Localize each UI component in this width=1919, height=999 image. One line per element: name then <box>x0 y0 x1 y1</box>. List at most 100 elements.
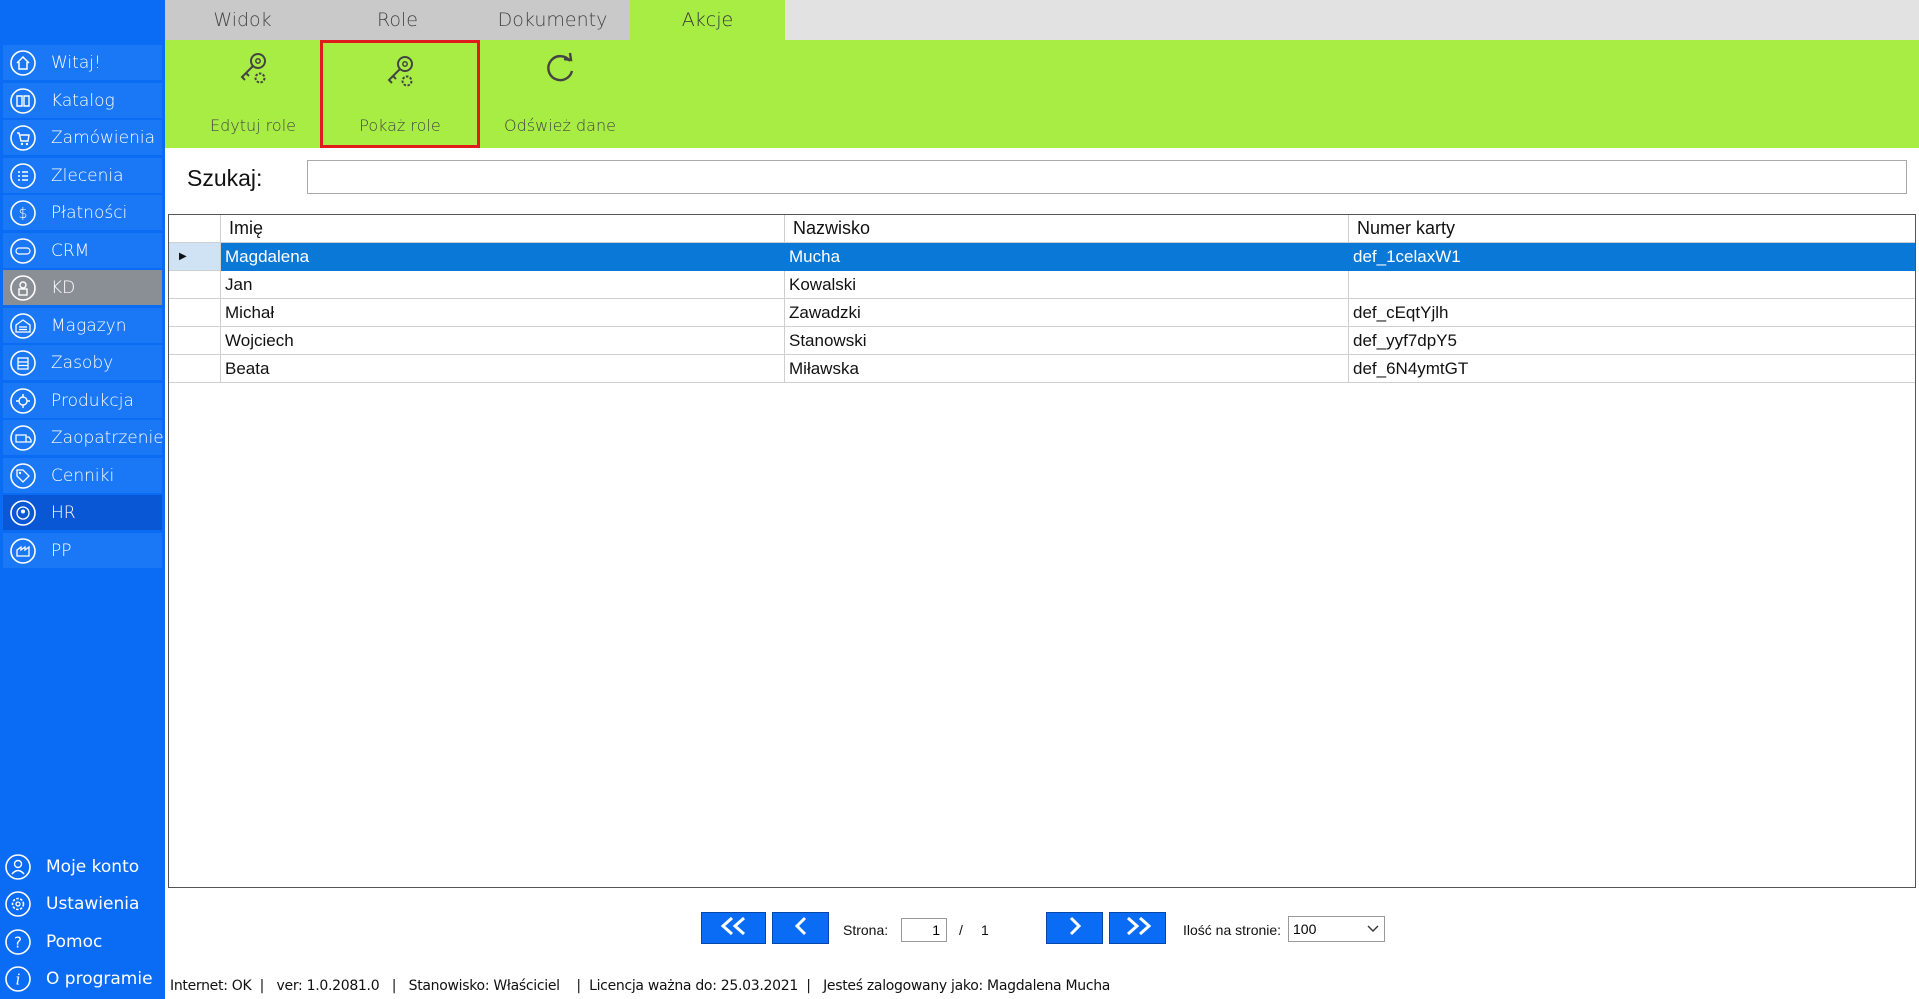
search-label: Szukaj: <box>187 165 263 191</box>
sidebar-item-label: Pomoc <box>46 932 103 952</box>
double-chevron-left-icon <box>716 915 752 942</box>
per-page-select[interactable]: 100 <box>1288 916 1385 942</box>
sidebar-item-label: Zamówienia <box>51 127 156 148</box>
cell-imie[interactable]: Wojciech <box>221 327 785 355</box>
sidebar-item-label: Witaj! <box>51 52 101 73</box>
list-icon <box>9 162 37 190</box>
refresh-icon <box>540 46 580 92</box>
warehouse-icon <box>9 312 37 340</box>
tab-akcje[interactable]: Akcje <box>630 0 785 40</box>
cell-numer-karty[interactable]: def_yyf7dpY5 <box>1349 327 1915 355</box>
table-row[interactable]: Michał Zawadzki def_cEqtYjlh <box>169 299 1915 327</box>
sidebar-item-zaopatrzenie[interactable]: Zaopatrzenie <box>3 420 164 455</box>
status-bar: Internet: OK | ver: 1.0.2081.0 | Stanowi… <box>170 978 1110 994</box>
page-label: Strona: <box>843 922 889 938</box>
table-row[interactable]: Wojciech Stanowski def_yyf7dpY5 <box>169 327 1915 355</box>
per-page-value: 100 <box>1293 921 1317 937</box>
cell-nazwisko[interactable]: Miławska <box>785 355 1349 383</box>
sidebar-item-zlecenia[interactable]: Zlecenia <box>3 158 162 193</box>
account-icon <box>4 853 32 881</box>
edit-roles-button[interactable]: Edytuj role <box>197 40 309 148</box>
pp-icon <box>9 537 37 565</box>
row-indicator <box>169 327 221 355</box>
cell-imie[interactable]: Jan <box>221 271 785 299</box>
sidebar-item-o-programie[interactable]: i O programie <box>0 961 165 997</box>
user-lock-icon <box>9 274 37 302</box>
sidebar-item-witaj[interactable]: Witaj! <box>3 45 162 80</box>
sidebar-item-hr[interactable]: HR <box>3 495 162 530</box>
sidebar-item-label: Produkcja <box>51 390 134 411</box>
table-row[interactable]: Jan Kowalski <box>169 271 1915 299</box>
sidebar-item-magazyn[interactable]: Magazyn <box>3 308 162 343</box>
sidebar-item-pp[interactable]: PP <box>3 533 162 568</box>
grid-header-row: Imię Nazwisko Numer karty <box>169 215 1915 243</box>
previous-page-button[interactable] <box>772 912 829 944</box>
chevron-right-icon <box>1065 915 1085 942</box>
column-header-nazwisko[interactable]: Nazwisko <box>785 215 1349 243</box>
settings-icon <box>4 890 32 918</box>
sidebar-item-produkcja[interactable]: Produkcja <box>3 383 162 418</box>
sidebar-item-label: O programie <box>46 969 153 989</box>
first-page-button[interactable] <box>701 912 766 944</box>
sidebar-item-moje-konto[interactable]: Moje konto <box>0 849 165 885</box>
sidebar-item-label: Zasoby <box>51 352 114 373</box>
svg-text:?: ? <box>14 934 22 952</box>
table-row[interactable]: Beata Miławska def_6N4ymtGT <box>169 355 1915 383</box>
refresh-button[interactable]: Odśwież dane <box>495 40 625 148</box>
sidebar-item-label: Katalog <box>51 90 115 111</box>
column-header-imie[interactable]: Imię <box>221 215 785 243</box>
table-row[interactable]: ▶ Magdalena Mucha def_1celaxW1 <box>169 243 1915 271</box>
cell-nazwisko[interactable]: Kowalski <box>785 271 1349 299</box>
info-icon: i <box>4 965 32 993</box>
sidebar-item-label: Cenniki <box>51 465 115 486</box>
cell-nazwisko[interactable]: Stanowski <box>785 327 1349 355</box>
sidebar-item-crm[interactable]: CRM <box>3 233 162 268</box>
sidebar-item-label: HR <box>51 502 76 523</box>
cell-numer-karty[interactable]: def_1celaxW1 <box>1349 243 1915 271</box>
cell-numer-karty[interactable]: def_6N4ymtGT <box>1349 355 1915 383</box>
next-page-button[interactable] <box>1046 912 1103 944</box>
cell-numer-karty[interactable]: def_cEqtYjlh <box>1349 299 1915 327</box>
sidebar-item-label: Zaopatrzenie <box>51 427 164 448</box>
page-number-input[interactable] <box>901 918 947 942</box>
production-icon <box>9 387 37 415</box>
sidebar-item-zasoby[interactable]: Zasoby <box>3 345 162 380</box>
ribbon-toolbar: Edytuj role Pokaż role Odśwież dane <box>165 40 1919 148</box>
last-page-button[interactable] <box>1109 912 1166 944</box>
total-pages: 1 <box>981 922 989 938</box>
book-icon <box>9 87 37 115</box>
sidebar-item-label: Zlecenia <box>51 165 124 186</box>
sidebar-item-katalog[interactable]: Katalog <box>3 83 162 118</box>
row-header-corner <box>169 215 221 243</box>
sidebar-item-label: PP <box>51 540 72 561</box>
cell-nazwisko[interactable]: Mucha <box>785 243 1349 271</box>
search-input[interactable] <box>307 160 1907 194</box>
page-separator: / <box>959 922 963 938</box>
hr-icon <box>9 499 37 527</box>
cell-nazwisko[interactable]: Zawadzki <box>785 299 1349 327</box>
row-indicator <box>169 271 221 299</box>
sidebar-item-platnosci[interactable]: $ Płatności <box>3 195 162 230</box>
tab-dokumenty[interactable]: Dokumenty <box>475 0 630 40</box>
sidebar-item-cenniki[interactable]: Cenniki <box>3 458 162 493</box>
app-window: Witaj! Katalog Zamówienia Zlecenia $ Pła… <box>0 0 1919 999</box>
sidebar-item-label: Moje konto <box>46 857 140 877</box>
column-header-numer-karty[interactable]: Numer karty <box>1349 215 1915 243</box>
row-indicator <box>169 299 221 327</box>
sidebar-item-ustawienia[interactable]: Ustawienia <box>0 886 165 922</box>
cell-imie[interactable]: Michał <box>221 299 785 327</box>
tab-role[interactable]: Role <box>320 0 475 40</box>
sidebar-item-zamowienia[interactable]: Zamówienia <box>3 120 162 155</box>
tab-widok[interactable]: Widok <box>165 0 320 40</box>
crm-icon <box>9 237 37 265</box>
show-roles-button[interactable]: Pokaż role <box>320 40 480 148</box>
sidebar-item-pomoc[interactable]: ? Pomoc <box>0 924 165 960</box>
dollar-icon: $ <box>9 199 37 227</box>
cell-imie[interactable]: Beata <box>221 355 785 383</box>
sidebar-item-kd[interactable]: KD <box>3 270 162 305</box>
resources-icon <box>9 349 37 377</box>
cell-imie[interactable]: Magdalena <box>221 243 785 271</box>
cell-numer-karty[interactable] <box>1349 271 1915 299</box>
cart-icon <box>9 124 37 152</box>
svg-text:$: $ <box>19 206 28 222</box>
